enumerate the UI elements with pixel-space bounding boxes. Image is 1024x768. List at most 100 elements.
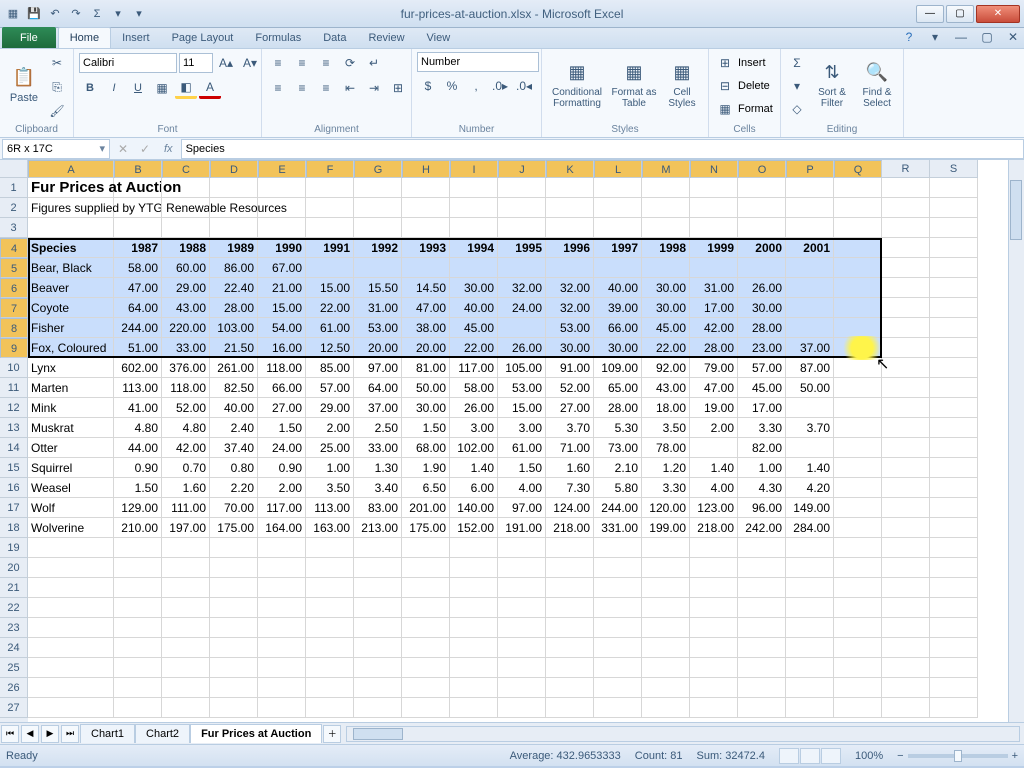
cell[interactable] xyxy=(930,638,978,658)
cell[interactable] xyxy=(642,558,690,578)
align-center-icon[interactable]: ≡ xyxy=(291,77,313,99)
cell[interactable]: Muskrat xyxy=(28,418,114,438)
find-select-button[interactable]: 🔍Find & Select xyxy=(856,52,898,116)
vertical-scrollbar[interactable] xyxy=(1008,160,1024,722)
cell[interactable] xyxy=(786,438,834,458)
cell[interactable]: 2.00 xyxy=(690,418,738,438)
cell[interactable]: 39.00 xyxy=(594,298,642,318)
cell[interactable] xyxy=(834,438,882,458)
cell[interactable] xyxy=(402,218,450,238)
cell[interactable] xyxy=(786,538,834,558)
cell[interactable]: 164.00 xyxy=(258,518,306,538)
cell[interactable] xyxy=(882,238,930,258)
cell[interactable] xyxy=(28,538,114,558)
cell[interactable] xyxy=(28,578,114,598)
cell[interactable] xyxy=(930,378,978,398)
cell[interactable]: 97.00 xyxy=(498,498,546,518)
cell[interactable] xyxy=(834,238,882,258)
cell[interactable]: 45.00 xyxy=(738,378,786,398)
percent-icon[interactable]: % xyxy=(441,75,463,97)
border-icon[interactable]: ▦ xyxy=(151,77,173,99)
cell[interactable]: 1988 xyxy=(162,238,210,258)
cell[interactable] xyxy=(258,658,306,678)
cell[interactable]: 97.00 xyxy=(354,358,402,378)
cell[interactable]: 4.00 xyxy=(498,478,546,498)
cell[interactable] xyxy=(834,358,882,378)
row-header[interactable]: 6 xyxy=(0,278,28,298)
cell[interactable]: 210.00 xyxy=(114,518,162,538)
cell[interactable] xyxy=(690,218,738,238)
cell[interactable]: 26.00 xyxy=(498,338,546,358)
cell[interactable] xyxy=(930,678,978,698)
cell[interactable] xyxy=(498,538,546,558)
tab-nav-first[interactable]: ⏮ xyxy=(1,725,19,743)
cell[interactable] xyxy=(738,178,786,198)
cell[interactable] xyxy=(546,658,594,678)
cell[interactable] xyxy=(786,578,834,598)
cell[interactable] xyxy=(354,698,402,718)
cell[interactable]: 37.00 xyxy=(354,398,402,418)
zoom-in-icon[interactable]: + xyxy=(1012,750,1018,762)
cell[interactable] xyxy=(498,558,546,578)
cell[interactable]: 21.50 xyxy=(210,338,258,358)
cell[interactable] xyxy=(306,678,354,698)
cell[interactable]: 1993 xyxy=(402,238,450,258)
col-header-E[interactable]: E xyxy=(258,160,306,178)
clear-icon[interactable]: ◇ xyxy=(786,98,808,120)
cell[interactable]: 31.00 xyxy=(690,278,738,298)
cut-icon[interactable]: ✂ xyxy=(46,52,68,74)
cell[interactable]: 218.00 xyxy=(546,518,594,538)
tab-file[interactable]: File xyxy=(2,27,56,48)
tab-view[interactable]: View xyxy=(416,27,462,48)
cell[interactable] xyxy=(450,578,498,598)
cell[interactable] xyxy=(834,618,882,638)
cell[interactable] xyxy=(162,618,210,638)
cell[interactable]: 24.00 xyxy=(258,438,306,458)
cell[interactable]: 242.00 xyxy=(738,518,786,538)
cell[interactable]: 2001 xyxy=(786,238,834,258)
cell[interactable] xyxy=(306,658,354,678)
cell[interactable]: 22.40 xyxy=(210,278,258,298)
row-header[interactable]: 23 xyxy=(0,618,28,638)
cell[interactable] xyxy=(546,258,594,278)
cell[interactable] xyxy=(258,218,306,238)
cell[interactable]: 78.00 xyxy=(642,438,690,458)
cell[interactable]: 92.00 xyxy=(642,358,690,378)
cell[interactable] xyxy=(546,198,594,218)
cell[interactable]: 3.40 xyxy=(354,478,402,498)
cell[interactable] xyxy=(498,178,546,198)
cell[interactable]: 27.00 xyxy=(258,398,306,418)
cell[interactable] xyxy=(786,598,834,618)
qat-more-icon[interactable]: ▾ xyxy=(130,5,148,23)
cell[interactable]: 28.00 xyxy=(210,298,258,318)
cell[interactable] xyxy=(930,298,978,318)
cell[interactable] xyxy=(882,518,930,538)
cell[interactable]: 3.70 xyxy=(546,418,594,438)
cell[interactable]: 152.00 xyxy=(450,518,498,538)
col-header-J[interactable]: J xyxy=(498,160,546,178)
cell[interactable]: 220.00 xyxy=(162,318,210,338)
cell[interactable] xyxy=(450,538,498,558)
cell[interactable] xyxy=(210,678,258,698)
cell[interactable] xyxy=(786,298,834,318)
cell[interactable] xyxy=(498,638,546,658)
cell[interactable]: Fox, Coloured xyxy=(28,338,114,358)
cell[interactable] xyxy=(114,198,162,218)
cell[interactable] xyxy=(28,658,114,678)
cell[interactable]: 1990 xyxy=(258,238,306,258)
cell[interactable] xyxy=(498,578,546,598)
cell[interactable]: 40.00 xyxy=(450,298,498,318)
cell[interactable] xyxy=(258,198,306,218)
cell[interactable] xyxy=(354,678,402,698)
cell[interactable]: 118.00 xyxy=(258,358,306,378)
cell[interactable]: 3.70 xyxy=(786,418,834,438)
format-painter-icon[interactable]: 🖌 xyxy=(46,100,68,122)
cell[interactable] xyxy=(546,218,594,238)
cell[interactable] xyxy=(882,478,930,498)
col-header-Q[interactable]: Q xyxy=(834,160,882,178)
cell[interactable]: 117.00 xyxy=(450,358,498,378)
name-box[interactable]: 6R x 17C▾ xyxy=(2,139,110,159)
cell[interactable]: 3.30 xyxy=(738,418,786,438)
cell[interactable] xyxy=(642,198,690,218)
cell[interactable] xyxy=(738,658,786,678)
